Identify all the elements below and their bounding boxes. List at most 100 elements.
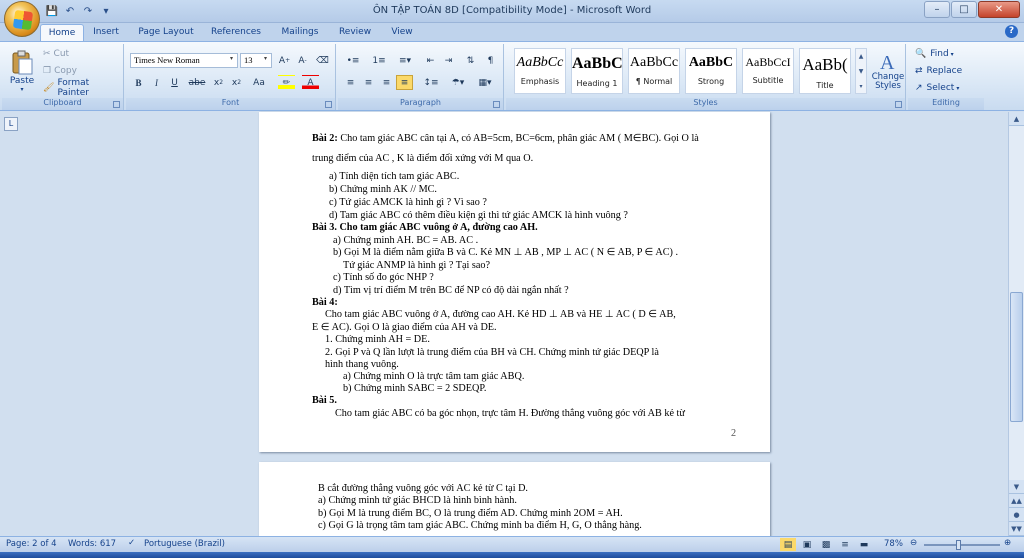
tab-review[interactable]: Review	[334, 24, 376, 41]
full-screen-reading-icon[interactable]: ▣	[799, 538, 815, 551]
paste-dropdown-icon[interactable]: ▾	[20, 86, 23, 93]
copy-icon: ❐	[43, 66, 52, 76]
styles-gallery-scroll[interactable]: ▲ ▼ ▾	[855, 48, 867, 94]
help-icon[interactable]: ?	[1005, 25, 1018, 38]
style-strong[interactable]: AaBbC Strong	[685, 48, 737, 94]
scroll-up-icon[interactable]: ▲	[1009, 112, 1024, 126]
bullets-icon[interactable]: •≡	[342, 53, 364, 68]
draft-icon[interactable]: ▬	[856, 538, 872, 551]
change-case-icon[interactable]: Aa	[248, 75, 270, 90]
document-page-1[interactable]: Bài 2: Cho tam giác ABC cân tại A, có AB…	[259, 112, 770, 452]
tab-mailings[interactable]: Mailings	[276, 24, 324, 41]
change-styles-button[interactable]: A Change Styles	[870, 46, 906, 96]
decrease-indent-icon[interactable]: ⇤	[422, 53, 439, 68]
status-bar: Page: 2 of 4 Words: 617 ✓ Portuguese (Br…	[0, 536, 1024, 552]
zoom-out-icon[interactable]: ⊖	[910, 538, 917, 548]
vertical-scrollbar[interactable]: ▲ ▼ ▲▲ ● ▼▼	[1008, 112, 1024, 536]
multilevel-list-icon[interactable]: ≡▾	[394, 53, 416, 68]
next-page-icon[interactable]: ▼▼	[1009, 522, 1024, 536]
show-marks-icon[interactable]: ¶	[482, 53, 499, 68]
ruler-toggle-icon[interactable]: L	[4, 117, 18, 131]
underline-icon[interactable]: U	[166, 75, 183, 90]
style-subtitle[interactable]: AaBbCcI Subtitle	[742, 48, 794, 94]
cut-button[interactable]: ✂ Cut	[42, 47, 70, 61]
tab-references[interactable]: References	[206, 24, 266, 41]
grow-font-icon[interactable]: A +	[276, 53, 293, 68]
format-painter-button[interactable]: 🖌 Format Painter	[42, 78, 123, 98]
copy-label: Copy	[54, 66, 77, 76]
zoom-slider[interactable]	[924, 544, 1000, 546]
paste-button[interactable]: Paste ▾	[6, 46, 38, 96]
paragraph-launcher-icon[interactable]	[493, 101, 500, 108]
cut-icon: ✂	[43, 49, 51, 59]
change-styles-label: Change Styles	[871, 72, 905, 91]
clear-formatting-icon[interactable]: ⌫	[314, 53, 331, 68]
tab-page-layout[interactable]: Page Layout	[134, 24, 198, 41]
font-launcher-icon[interactable]	[325, 101, 332, 108]
align-center-icon[interactable]: ≡	[360, 75, 377, 90]
style-sample: AaBbCc	[516, 55, 564, 70]
format-painter-icon: 🖌	[43, 83, 55, 93]
text-line: b) Gọi M là điểm nằm giữa B và C. Kẻ MN …	[333, 247, 679, 258]
bold-icon[interactable]: B	[130, 75, 147, 90]
align-left-icon[interactable]: ≡	[342, 75, 359, 90]
font-size-input[interactable]: 13	[240, 53, 272, 68]
previous-page-icon[interactable]: ▲▲	[1009, 494, 1024, 508]
style-normal[interactable]: AaBbCc ¶ Normal	[628, 48, 680, 94]
copy-button[interactable]: ❐ Copy	[42, 64, 78, 78]
tab-home[interactable]: Home	[40, 24, 84, 41]
strikethrough-icon[interactable]: abe	[186, 75, 208, 90]
line-spacing-icon[interactable]: ↕≡	[420, 75, 442, 90]
minimize-button[interactable]: –	[924, 1, 950, 18]
find-button[interactable]: 🔍 Find ▾	[914, 47, 955, 61]
increase-indent-icon[interactable]: ⇥	[440, 53, 457, 68]
clipboard-group-label: Clipboard	[2, 98, 123, 110]
styles-launcher-icon[interactable]	[895, 101, 902, 108]
style-emphasis[interactable]: AaBbCc Emphasis	[514, 48, 566, 94]
style-heading-1[interactable]: AaBbC Heading 1	[571, 48, 623, 94]
print-layout-icon[interactable]: ▤	[780, 538, 796, 551]
scroll-down-icon[interactable]: ▼	[1009, 480, 1024, 494]
font-name-input[interactable]: Times New Roman	[130, 53, 238, 68]
scroll-thumb[interactable]	[1010, 292, 1023, 422]
outline-icon[interactable]: ≡	[837, 538, 853, 551]
style-name: Subtitle	[752, 76, 784, 85]
text-line: c) Tính số đo góc NHP ?	[333, 272, 434, 283]
close-button[interactable]: ✕	[978, 1, 1020, 18]
justify-icon[interactable]: ≡	[396, 75, 413, 90]
maximize-button[interactable]: □	[951, 1, 977, 18]
zoom-in-icon[interactable]: ⊕	[1004, 538, 1011, 548]
tab-view[interactable]: View	[386, 24, 418, 41]
font-name-dropdown-icon[interactable]: ▾	[230, 55, 233, 62]
shading-icon[interactable]: ☂▾	[446, 75, 470, 90]
language-indicator[interactable]: Portuguese (Brazil)	[144, 539, 225, 549]
clipboard-launcher-icon[interactable]	[113, 101, 120, 108]
numbering-icon[interactable]: 1≡	[368, 53, 390, 68]
select-icon: ↗	[915, 83, 923, 93]
sort-icon[interactable]: ⇅	[462, 53, 479, 68]
superscript-icon[interactable]: x2	[228, 75, 245, 90]
subscript-icon[interactable]: x2	[210, 75, 227, 90]
zoom-slider-thumb[interactable]	[956, 540, 961, 550]
style-title[interactable]: AaBb(Title	[799, 48, 851, 94]
document-page-2[interactable]: B cắt đường thẳng vuông góc với AC kẻ từ…	[259, 462, 770, 542]
web-layout-icon[interactable]: ▩	[818, 538, 834, 551]
align-right-icon[interactable]: ≡	[378, 75, 395, 90]
shrink-font-icon[interactable]: A-	[294, 53, 311, 68]
replace-button[interactable]: ⇄ Replace	[914, 64, 963, 78]
highlight-icon[interactable]: ✏	[278, 75, 295, 90]
italic-icon[interactable]: I	[148, 75, 165, 90]
zoom-level[interactable]: 78%	[884, 539, 903, 549]
page-indicator[interactable]: Page: 2 of 4	[6, 539, 57, 549]
browse-object-icon[interactable]: ●	[1009, 508, 1024, 522]
proofing-icon[interactable]: ✓	[128, 538, 135, 548]
ribbon: Paste ▾ ✂ Cut ❐ Copy 🖌 Format Painter Clipb…	[0, 41, 1024, 111]
font-size-dropdown-icon[interactable]: ▾	[264, 55, 267, 62]
borders-icon[interactable]: ▦▾	[474, 75, 496, 90]
select-button[interactable]: ↗ Select ▾	[914, 81, 960, 95]
paragraph-group: •≡ 1≡ ≡▾ ⇤ ⇥ ⇅ ¶ ≡ ≡ ≡ ≡ ↕≡ ☂▾ ▦▾ Paragr…	[338, 44, 504, 110]
font-color-icon[interactable]: A	[302, 75, 319, 90]
tab-insert[interactable]: Insert	[88, 24, 124, 41]
word-count[interactable]: Words: 617	[68, 539, 116, 549]
office-button[interactable]	[4, 1, 40, 37]
